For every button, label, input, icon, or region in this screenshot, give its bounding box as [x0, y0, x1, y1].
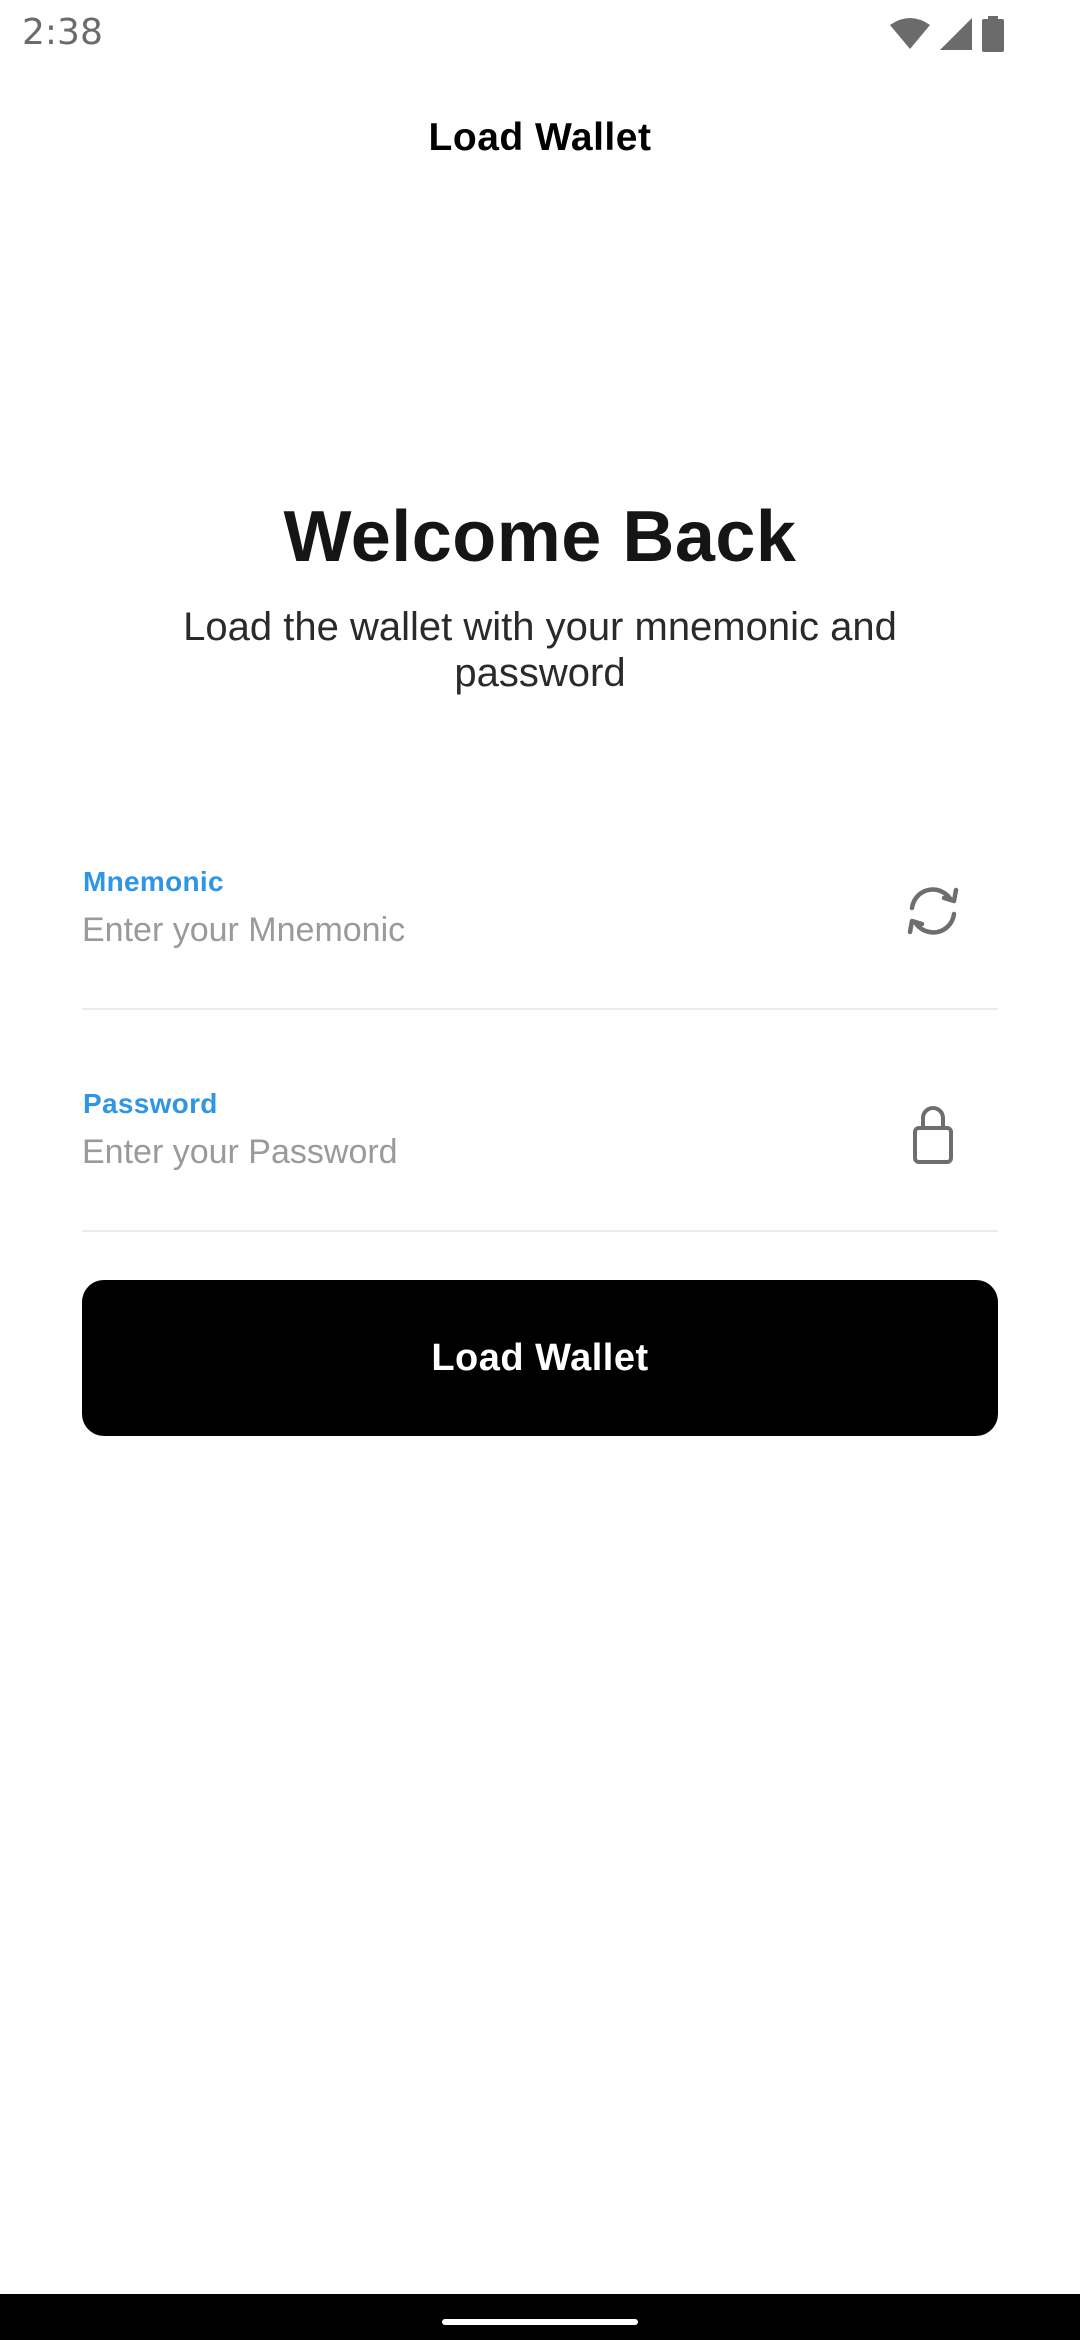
- signal-icon: [938, 16, 974, 52]
- mnemonic-field: Mnemonic: [82, 818, 998, 1010]
- page-title: Load Wallet: [428, 116, 652, 159]
- status-time: 2:38: [22, 12, 103, 53]
- mnemonic-input[interactable]: [82, 902, 862, 958]
- wifi-icon: [890, 17, 930, 51]
- password-field: Password: [82, 1040, 998, 1232]
- password-input[interactable]: [82, 1124, 862, 1180]
- status-icons: [890, 14, 1004, 54]
- load-wallet-button[interactable]: Load Wallet: [82, 1280, 998, 1436]
- password-label: Password: [83, 1088, 218, 1119]
- welcome-title: Welcome Back: [283, 497, 797, 577]
- navigation-bar: [0, 2294, 1080, 2340]
- welcome-subtitle: Load the wallet with your mnemonic and p…: [183, 605, 897, 695]
- lock-icon[interactable]: [898, 1098, 968, 1168]
- mnemonic-label: Mnemonic: [83, 866, 224, 897]
- status-bar: 2:38: [0, 0, 1080, 68]
- battery-icon: [982, 16, 1004, 52]
- home-indicator[interactable]: [442, 2319, 638, 2325]
- refresh-icon[interactable]: [898, 876, 968, 946]
